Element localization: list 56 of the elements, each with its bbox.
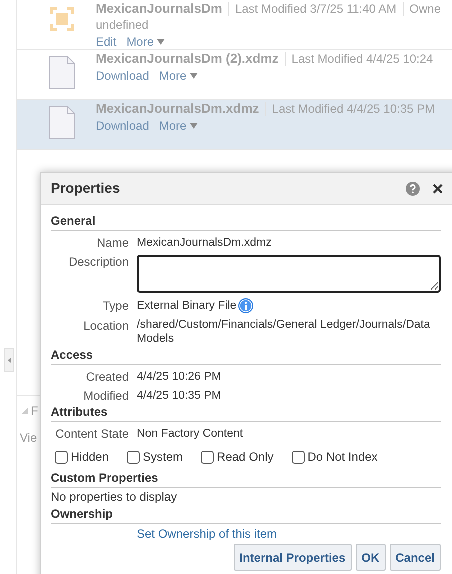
caret-icon — [190, 123, 198, 129]
panel-text: Vie — [20, 430, 38, 447]
section-heading: Access — [51, 348, 441, 365]
panel-heading: F — [31, 403, 38, 420]
document-icon — [49, 56, 75, 89]
last-modified-text: Last Modified 3/7/25 11:40 AM — [235, 1, 397, 17]
field-label: Type — [102, 298, 129, 314]
field-value: MexicanJournalsDm.xdmz — [137, 236, 272, 250]
more-menu-link[interactable]: More — [126, 34, 166, 50]
dialog-button[interactable]: Cancel — [390, 544, 441, 571]
description-field[interactable] — [137, 255, 441, 293]
last-modified-text: Last Modified 4/4/25 10:35 PM — [272, 101, 436, 117]
field-value: 4/4/25 10:35 PM — [137, 388, 222, 402]
field-value: External Binary File — [137, 299, 237, 313]
action-link[interactable]: Download — [96, 118, 150, 134]
action-link[interactable]: Edit — [96, 34, 117, 50]
field-label: Description — [68, 254, 129, 271]
more-menu-link[interactable]: More — [159, 118, 198, 134]
dialog-title: Properties — [51, 179, 122, 198]
item-title[interactable]: MexicanJournalsDm.xdmz — [96, 101, 260, 117]
collapse-handle[interactable] — [4, 348, 14, 372]
checkbox-option[interactable]: Do Not Index — [292, 448, 378, 466]
more-menu-link[interactable]: More — [159, 68, 198, 84]
checkbox-option[interactable]: Hidden — [55, 448, 110, 466]
section-heading: Attributes — [51, 405, 441, 422]
document-icon — [49, 106, 75, 139]
action-link[interactable]: Download — [96, 68, 150, 84]
checkbox-option[interactable]: System — [127, 448, 184, 466]
section-heading: General — [51, 214, 441, 231]
help-icon[interactable] — [406, 182, 420, 196]
close-icon[interactable] — [433, 184, 443, 194]
dialog-button[interactable]: OK — [356, 544, 386, 571]
item-title[interactable]: MexicanJournalsDm (2).xdmz — [96, 51, 279, 67]
field-value: 4/4/25 10:26 PM — [137, 370, 222, 384]
checkbox-option[interactable]: Read Only — [201, 448, 274, 466]
set-ownership-link[interactable]: Set Ownership of this item — [137, 527, 278, 541]
last-modified-text: Last Modified 4/4/25 10:24 — [292, 51, 434, 67]
caret-icon — [190, 73, 198, 79]
field-label: Location — [82, 318, 129, 335]
item-description: undefined — [96, 17, 150, 33]
field-label: Content State — [54, 426, 129, 441]
field-label: Created — [85, 369, 129, 384]
owner-text: Owne — [410, 1, 442, 17]
dialog-button[interactable]: Internal Properties — [234, 544, 352, 571]
empty-message: No properties to display — [51, 490, 178, 506]
field-label: Name — [96, 235, 129, 250]
section-heading: Custom Properties — [51, 471, 441, 488]
field-value: /shared/Custom/Financials/General Ledger/Journals/Data Models — [137, 318, 432, 346]
section-heading: Ownership — [51, 507, 441, 524]
field-label: Modified — [82, 388, 129, 403]
item-title[interactable]: MexicanJournalsDm — [96, 1, 222, 17]
caret-left-icon — [8, 358, 10, 362]
field-value: Non Factory Content — [137, 426, 244, 440]
caret-icon — [157, 39, 166, 45]
data-model-icon — [49, 6, 75, 32]
info-icon[interactable] — [238, 298, 254, 314]
